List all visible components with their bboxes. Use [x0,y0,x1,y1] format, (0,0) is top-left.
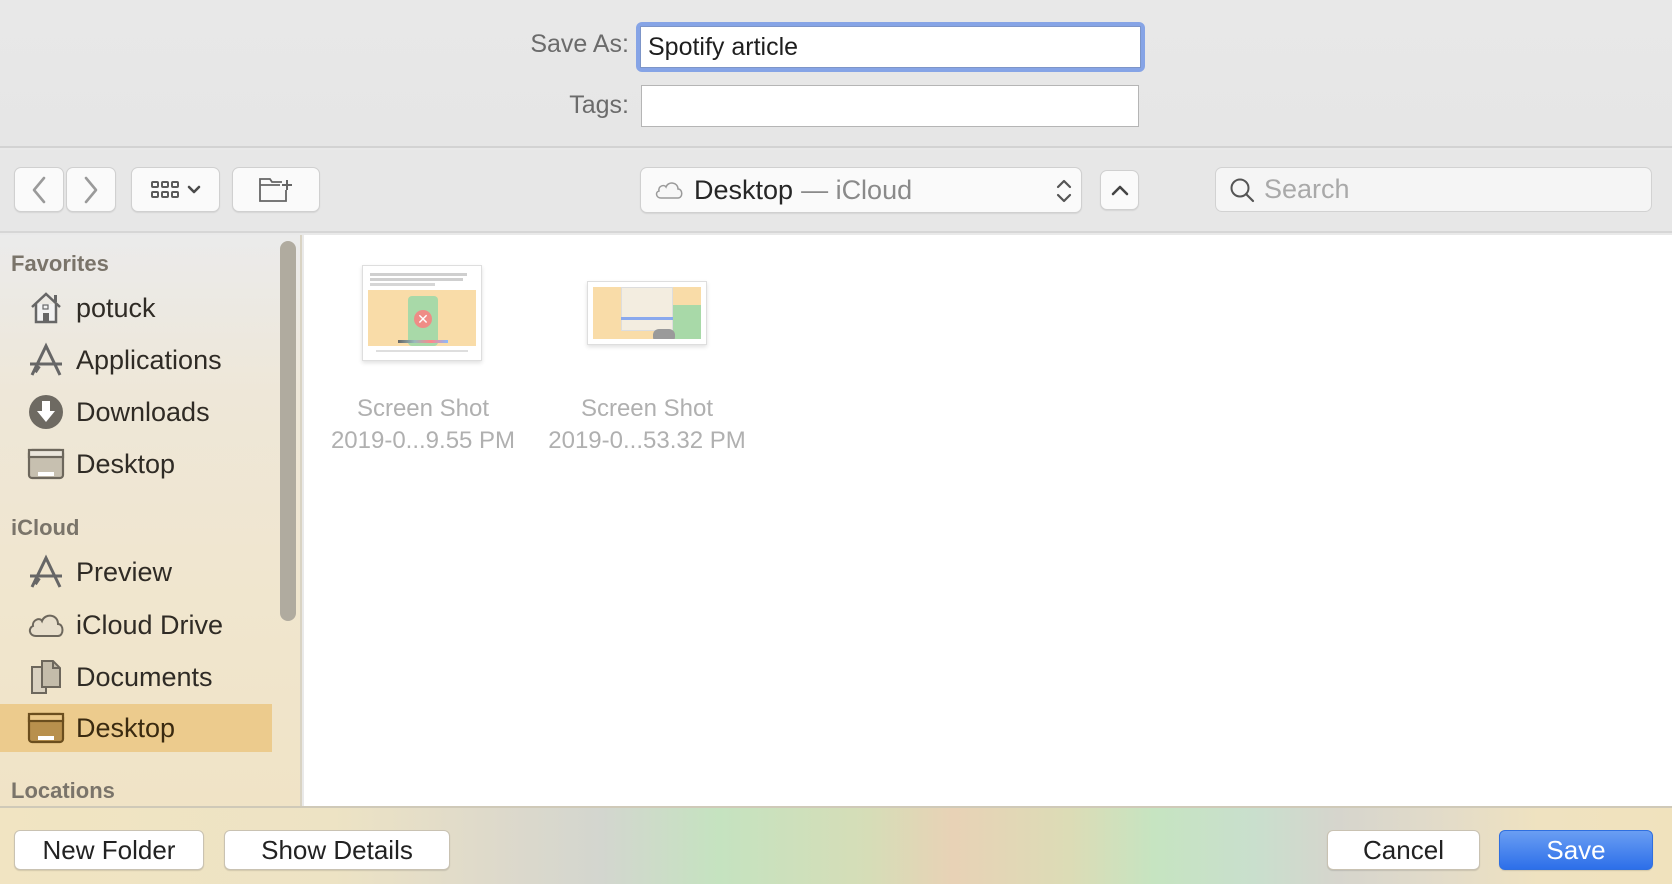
icloud-icon [655,182,683,199]
save-header: Save As: Tags: [0,0,1672,148]
home-icon [26,288,66,328]
file-browser: ✕ Screen Shot 2019-0...9.55 PM Screen Sh… [304,235,1672,806]
sidebar-item-potuck[interactable]: potuck [0,284,272,332]
tags-input[interactable] [641,85,1139,127]
file-name-line1: Screen Shot [580,395,714,422]
location-popup[interactable]: Desktop — iCloud [640,167,1082,213]
applications-icon [26,552,66,592]
tags-label: Tags: [569,91,629,119]
save-as-label: Save As: [530,30,629,58]
sidebar-section-icloud: iCloud [11,515,80,540]
desktop-icon [26,708,66,748]
search-input[interactable] [1264,174,1651,205]
desktop-icon [26,444,66,484]
save-button[interactable]: Save [1499,830,1653,870]
new-folder-button[interactable]: New Folder [14,830,204,870]
file-thumbnail: ✕ [362,265,482,361]
file-name-line2: 2019-0...53.32 PM [548,427,746,454]
chevron-left-icon [32,176,46,203]
sidebar-item-label: Applications [76,344,222,375]
show-details-button[interactable]: Show Details [224,830,450,870]
search-icon [1230,178,1255,202]
chevron-right-icon [84,176,98,203]
sidebar-item-documents[interactable]: Documents [0,653,272,701]
back-button[interactable] [14,167,64,212]
save-as-focus-ring [636,22,1145,72]
save-as-input[interactable] [640,26,1141,68]
sidebar-item-preview[interactable]: Preview [0,548,272,596]
chevron-down-icon [187,185,200,193]
new-folder-icon [259,177,292,202]
sidebar-item-icloud-drive[interactable]: iCloud Drive [0,601,272,649]
search-field[interactable] [1215,167,1652,212]
documents-icon [26,657,66,697]
sidebar-item-label: Desktop [76,448,176,479]
sidebar-item-label: Desktop [76,712,176,743]
sidebar-item-downloads[interactable]: Downloads [0,388,272,436]
sidebar-section-favorites: Favorites [11,251,109,276]
sidebar-item-label: Preview [76,556,173,587]
file-name-line1: Screen Shot [356,395,490,422]
sidebar-section-locations: Locations [11,778,115,803]
sidebar: Favorites potuck Applications Downloads … [0,235,302,806]
dialog-footer: New Folder Show Details Cancel Save [0,806,1672,884]
forward-button[interactable] [66,167,116,212]
parent-folder-button[interactable] [1100,170,1139,210]
sidebar-scrollbar[interactable] [280,241,296,621]
icloud-icon [26,605,66,645]
downloads-icon [26,392,66,432]
location-provider: — iCloud [801,174,913,205]
sidebar-item-label: potuck [76,292,156,323]
sidebar-item-label: Downloads [76,396,210,427]
location-name: Desktop [694,174,794,205]
sidebar-item-label: iCloud Drive [76,609,224,640]
file-item[interactable]: ✕ Screen Shot 2019-0...9.55 PM [318,263,528,457]
file-name-line2: 2019-0...9.55 PM [330,427,516,454]
up-down-chevron-icon [1056,179,1072,203]
close-icon: ✕ [414,310,432,328]
chevron-up-icon [1111,185,1128,196]
sidebar-item-desktop[interactable]: Desktop [0,440,272,488]
sidebar-item-label: Documents [76,661,213,692]
new-folder-toolbar-button[interactable] [232,167,320,212]
view-mode-button[interactable] [131,167,220,212]
file-thumbnail [587,281,707,345]
sidebar-item-applications[interactable]: Applications [0,336,272,384]
file-item[interactable]: Screen Shot 2019-0...53.32 PM [542,263,752,457]
icon-grid-view-icon [150,180,179,198]
cancel-button[interactable]: Cancel [1327,830,1480,870]
applications-icon [26,340,66,380]
toolbar: Desktop — iCloud [0,150,1672,233]
sidebar-item-icloud-desktop[interactable]: Desktop [0,704,272,752]
